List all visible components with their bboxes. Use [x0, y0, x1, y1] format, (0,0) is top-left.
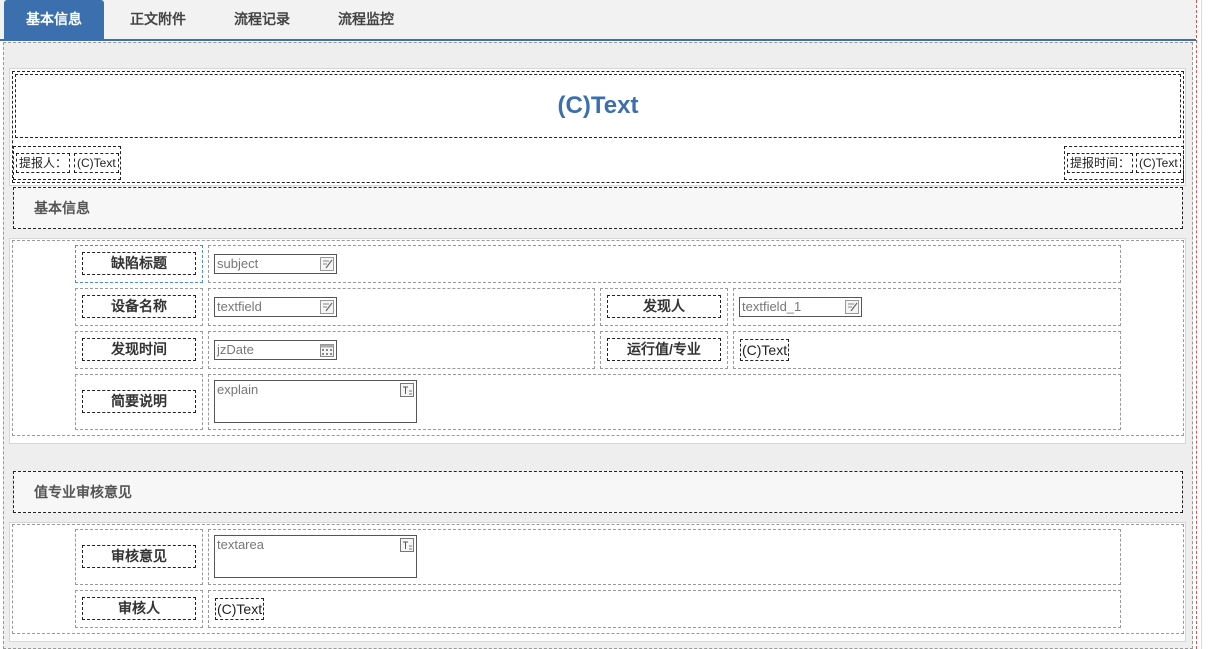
summary-label: 简要说明: [82, 390, 196, 413]
shift-label: 运行值/专业: [607, 338, 721, 361]
tab-bar: 基本信息 正文附件 流程记录 流程监控: [0, 0, 1196, 41]
defect-title-input[interactable]: subject: [214, 254, 337, 274]
defect-title-value-cell: [208, 245, 1121, 283]
discover-time-label: 发现时间: [82, 338, 196, 361]
opinion-value: textarea: [217, 537, 264, 552]
device-name-label: 设备名称: [82, 295, 196, 318]
reviewer-value-cell: [208, 590, 1121, 628]
tab-flow-monitor[interactable]: 流程监控: [316, 0, 416, 40]
discover-time-input[interactable]: jzDate: [214, 340, 337, 360]
discoverer-label: 发现人: [607, 295, 721, 318]
reporter-label: 提报人：: [16, 153, 71, 173]
discoverer-value: textfield_1: [742, 299, 802, 314]
discover-time-value: jzDate: [217, 342, 254, 357]
page-boundary: [1196, 0, 1197, 649]
shift-value-cell: [733, 331, 1121, 369]
defect-title-label: 缺陷标题: [82, 252, 196, 275]
scroll-edge: [1201, 0, 1202, 649]
basic-info-section-header: 基本信息: [13, 187, 1183, 229]
textarea-icon: [400, 383, 414, 397]
report-time-label: 提报时间：: [1067, 153, 1134, 173]
review-section-header: 值专业审核意见: [13, 471, 1183, 513]
edit-icon: [845, 300, 859, 314]
defect-title-value: subject: [217, 256, 259, 271]
calendar-icon[interactable]: [320, 343, 334, 357]
device-name-input[interactable]: textfield: [214, 297, 337, 317]
opinion-textarea[interactable]: textarea: [214, 535, 417, 578]
reviewer-label: 审核人: [82, 597, 196, 620]
tab-attachments[interactable]: 正文附件: [108, 0, 208, 40]
shift-value: (C)Text: [740, 339, 790, 361]
summary-value: explain: [217, 382, 259, 397]
edit-icon: [320, 300, 334, 314]
device-name-value: textfield: [217, 299, 262, 314]
report-time-value: (C)Text: [1136, 153, 1181, 173]
textarea-icon: [400, 538, 414, 552]
reviewer-value: (C)Text: [215, 598, 265, 620]
page-title: (C)Text: [15, 74, 1181, 138]
tab-basic-info[interactable]: 基本信息: [4, 0, 104, 40]
summary-textarea[interactable]: explain: [214, 380, 417, 423]
reporter-value: (C)Text: [74, 153, 119, 173]
tab-flow-record[interactable]: 流程记录: [212, 0, 312, 40]
opinion-label: 审核意见: [82, 545, 196, 568]
tab-underline: [0, 39, 1196, 41]
edit-icon: [320, 257, 334, 271]
discoverer-input[interactable]: textfield_1: [739, 297, 862, 317]
